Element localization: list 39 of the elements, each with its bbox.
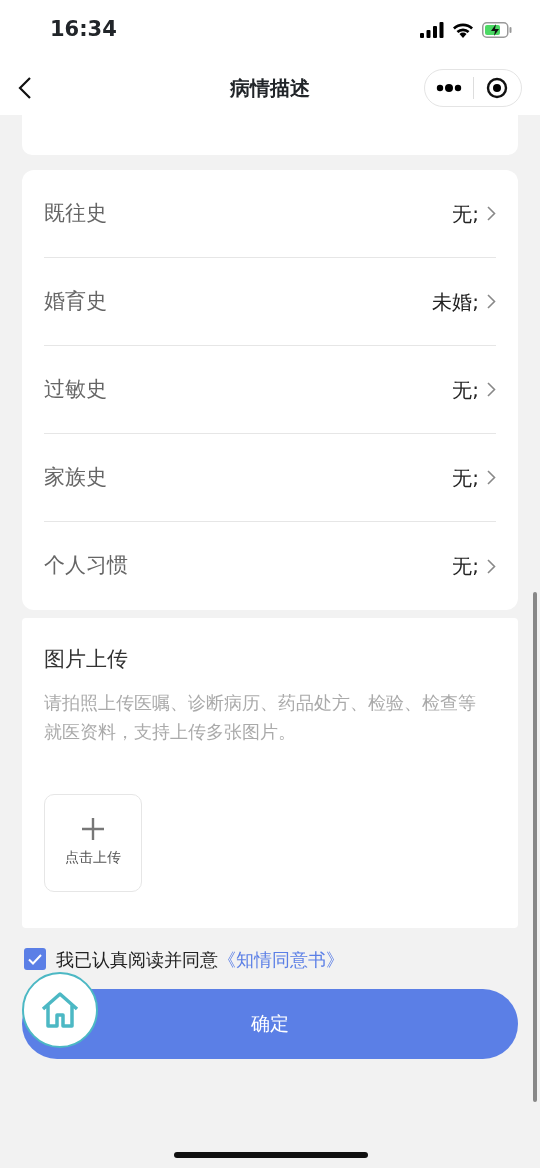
section-title: 图片上传 (44, 646, 129, 673)
row-value: 无; (452, 376, 479, 404)
row-label: 婚育史 (44, 287, 108, 315)
row-label: 家族史 (44, 463, 108, 491)
checkmark-icon (28, 953, 42, 965)
row-label: 既往史 (44, 199, 108, 227)
plus-icon (81, 817, 105, 841)
agreement-text: 我已认真阅读并同意 (56, 947, 218, 972)
chevron-right-icon (487, 558, 496, 574)
status-time: 16:34 (50, 16, 117, 44)
wifi-icon (452, 22, 474, 38)
chevron-right-icon (487, 382, 496, 397)
confirm-button[interactable]: 确定 (22, 988, 518, 1059)
history-row[interactable]: 个人习惯 无; (44, 522, 496, 610)
row-value: 未婚; (432, 288, 479, 316)
row-value: 无; (452, 464, 479, 492)
chevron-right-icon (487, 206, 496, 221)
back-button[interactable] (18, 75, 32, 100)
home-button[interactable] (22, 972, 98, 1048)
history-row[interactable]: 婚育史 未婚; (44, 258, 496, 346)
upload-button[interactable]: 点击上传 (44, 793, 142, 892)
page-title: 病情描述 (229, 74, 311, 102)
back-icon (18, 75, 32, 100)
battery-charging-icon (482, 22, 512, 38)
agreement-checkbox[interactable] (24, 948, 46, 970)
upload-hint: 请拍照上传医嘱、诊断病历、药品处方、检验、检查等就医资料，支持上传多张图片。 (44, 690, 477, 744)
chevron-right-icon (487, 294, 496, 309)
more-icon (435, 83, 462, 92)
chevron-right-icon (487, 470, 496, 485)
signal-icon (420, 22, 444, 38)
target-icon (486, 76, 509, 99)
history-row[interactable]: 家族史 无; (44, 434, 496, 522)
row-value: 无; (452, 553, 479, 580)
row-value: 无; (452, 200, 479, 228)
row-label: 过敏史 (44, 375, 108, 403)
history-row[interactable]: 既往史 无; (44, 170, 496, 258)
home-icon (40, 991, 80, 1029)
row-label: 个人习惯 (44, 552, 129, 580)
history-row[interactable]: 过敏史 无; (44, 346, 496, 434)
